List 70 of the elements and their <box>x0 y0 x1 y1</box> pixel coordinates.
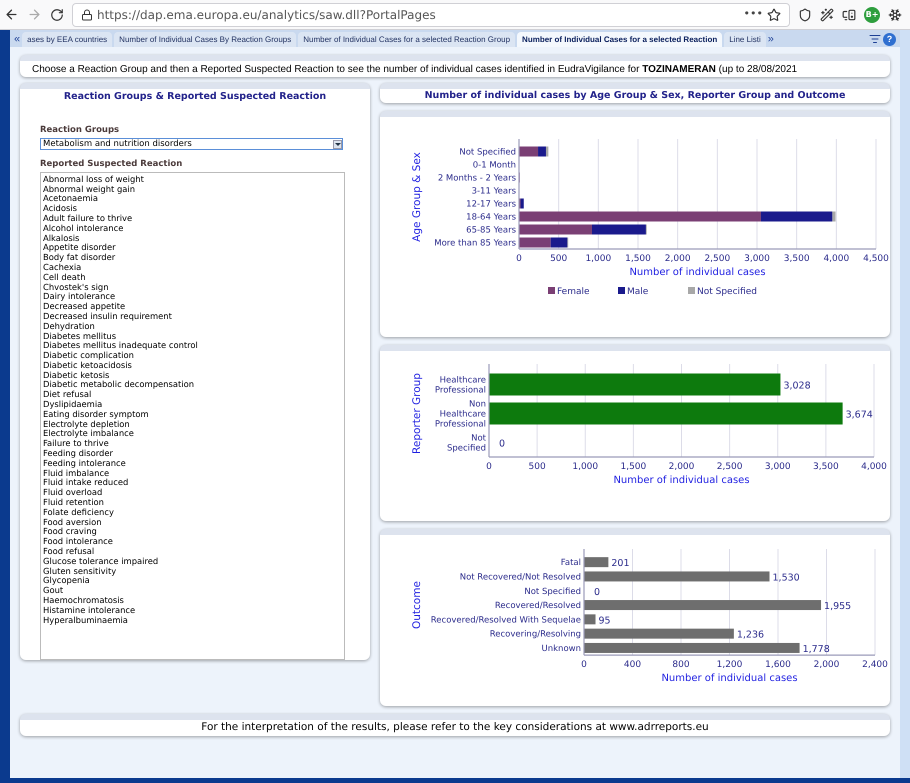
category-label: 0-1 Month <box>472 160 516 170</box>
legend-label: Not Specified <box>697 287 757 297</box>
value-label: 201 <box>611 558 630 570</box>
value-label: 1,530 <box>772 572 800 584</box>
tick-label: 2,400 <box>862 660 888 670</box>
category-label: Recovered/Resolved With Sequelae <box>430 615 581 626</box>
category-label: Healthcare Professional <box>434 376 486 396</box>
y-axis-title: Outcome <box>411 581 423 629</box>
category-label: 18-64 Years <box>466 212 516 222</box>
tick-label: 4,000 <box>861 462 887 472</box>
category-label: More than 85 Years <box>434 238 516 248</box>
tick-label: 0 <box>516 254 522 264</box>
category-label: Not Specified <box>524 586 581 597</box>
category-label: Not Recovered/Not Resolved <box>460 572 581 582</box>
tick-label: 1,600 <box>765 660 791 670</box>
category-label: 3-11 Years <box>472 186 516 196</box>
tick-label: 2,500 <box>716 462 742 472</box>
tick-label: 1,500 <box>620 462 646 472</box>
y-axis-title: Reporter Group <box>411 373 423 454</box>
tick-label: 1,000 <box>572 462 598 472</box>
tick-label: 1,000 <box>585 254 612 264</box>
category-label: Fatal <box>560 558 581 568</box>
charts-title-bar: Number of individual cases by Age Group & Sex, Reporter Group and Outcome <box>380 83 890 103</box>
tick-label: 2,000 <box>668 462 694 472</box>
tick-label: 3,000 <box>764 462 791 472</box>
tick-label: 1,500 <box>625 254 651 264</box>
tick-label: 3,500 <box>784 254 810 264</box>
category-label: 65-85 Years <box>466 226 516 236</box>
footer-note: For the interpretation of the results, please refer to the key considerations at www.adrreports.eu <box>20 714 890 736</box>
value-label: 3,028 <box>783 380 811 392</box>
category-label: 2 Months - 2 Years <box>438 174 516 184</box>
tick-label: 400 <box>624 660 642 670</box>
value-label: 95 <box>598 615 611 626</box>
url-text: https://dap.ema.europa.eu/analytics/saw.dll?PortalPages <box>97 6 436 24</box>
value-label: 0 <box>499 438 506 450</box>
category-label: Unknown <box>542 644 581 654</box>
tick-label: 500 <box>528 462 546 472</box>
x-axis-title: Number of individual cases <box>661 673 798 684</box>
category-label: Non Healthcare Professional <box>434 400 486 430</box>
tick-label: 4,000 <box>823 254 850 264</box>
tick-label: 3,500 <box>813 462 839 472</box>
legend-label: Male <box>627 287 648 297</box>
value-label: 1,955 <box>824 601 852 612</box>
value-label: 0 <box>594 586 600 598</box>
tick-label: 800 <box>672 660 690 670</box>
legend-label: Female <box>557 287 590 297</box>
category-label: Recovering/Resolving <box>490 630 581 640</box>
category-label: Recovered/Resolved <box>494 601 581 612</box>
category-label: Not Specified <box>446 434 486 454</box>
x-axis-title: Number of individual cases <box>613 475 750 486</box>
category-label: 12-17 Years <box>466 200 516 210</box>
instruction-banner: Choose a Reaction Group and then a Reported Suspected Reaction to see the number of individual cases identified in EudraVigilance for TOZINAMERAN (up to 28/08/2021 <box>20 55 890 77</box>
tick-label: 2,000 <box>814 660 840 670</box>
tick-label: 1,200 <box>716 660 742 670</box>
tick-label: 4,500 <box>863 254 889 264</box>
panel-title: Reaction Groups & Reported Suspected Reaction <box>62 90 328 104</box>
tick-label: 0 <box>486 462 492 472</box>
field-label: Reported Suspected Reaction <box>40 158 184 171</box>
tick-label: 2,000 <box>664 254 691 264</box>
value-label: 1,236 <box>736 630 764 641</box>
tick-label: 0 <box>581 660 587 670</box>
value-label: 3,674 <box>846 410 873 420</box>
tick-label: 500 <box>550 254 568 264</box>
tick-label: 2,500 <box>704 254 730 264</box>
tick-label: 3,000 <box>744 254 770 264</box>
value-label: 1,778 <box>802 644 830 655</box>
category-label: Not Specified <box>459 148 516 158</box>
field-label: Reaction Groups <box>40 124 120 137</box>
x-axis-title: Number of individual cases <box>629 267 766 278</box>
y-axis-title: Age Group & Sex <box>411 152 423 242</box>
